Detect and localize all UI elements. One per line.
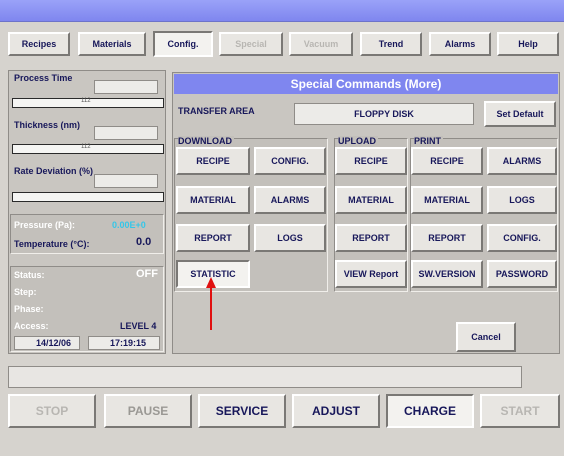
tab-alarms[interactable]: Alarms bbox=[429, 32, 491, 56]
stop-button[interactable]: STOP bbox=[8, 394, 96, 428]
tab-recipes[interactable]: Recipes bbox=[8, 32, 70, 56]
thickness-gauge: 112 bbox=[12, 144, 164, 154]
date-value: 14/12/06 bbox=[36, 338, 72, 348]
download-alarms-button[interactable]: ALARMS bbox=[254, 186, 326, 214]
print-label: PRINT bbox=[414, 136, 443, 146]
process-time-label: Process Time bbox=[14, 73, 73, 83]
phase-label: Phase: bbox=[14, 304, 44, 314]
print-report-button[interactable]: REPORT bbox=[411, 224, 483, 252]
transfer-area-field[interactable]: FLOPPY DISK bbox=[294, 103, 474, 125]
upload-material-button[interactable]: MATERIAL bbox=[335, 186, 407, 214]
special-commands-title: Special Commands (More) bbox=[174, 74, 558, 94]
pressure-label: Pressure (Pa): bbox=[14, 220, 76, 230]
download-material-button[interactable]: MATERIAL bbox=[176, 186, 250, 214]
pause-button[interactable]: PAUSE bbox=[104, 394, 192, 428]
status-value: OFF bbox=[136, 268, 158, 280]
tab-config[interactable]: Config. bbox=[153, 31, 213, 57]
download-label: DOWNLOAD bbox=[178, 136, 234, 146]
rate-deviation-label: Rate Deviation (%) bbox=[14, 166, 94, 176]
status-label: Status: bbox=[14, 270, 45, 280]
sw-version-button[interactable]: SW.VERSION bbox=[411, 260, 483, 288]
process-time-field bbox=[94, 80, 158, 94]
time-value: 17:19:15 bbox=[110, 338, 147, 348]
download-config-button[interactable]: CONFIG. bbox=[254, 147, 326, 175]
arrow-up-icon bbox=[206, 277, 216, 330]
tab-special[interactable]: Special bbox=[219, 32, 283, 56]
print-config-button[interactable]: CONFIG. bbox=[487, 224, 557, 252]
print-alarms-button[interactable]: ALARMS bbox=[487, 147, 557, 175]
tab-materials[interactable]: Materials bbox=[78, 32, 146, 56]
transfer-area-label: TRANSFER AREA bbox=[178, 106, 255, 116]
gauge-tick-label: 112 bbox=[81, 144, 91, 150]
view-report-button[interactable]: VIEW Report bbox=[335, 260, 407, 288]
rate-deviation-field bbox=[94, 174, 158, 188]
print-logs-button[interactable]: LOGS bbox=[487, 186, 557, 214]
download-recipe-button[interactable]: RECIPE bbox=[176, 147, 250, 175]
access-label: Access: bbox=[14, 321, 49, 331]
title-bar bbox=[0, 0, 564, 22]
service-button[interactable]: SERVICE bbox=[198, 394, 286, 428]
upload-label: UPLOAD bbox=[338, 136, 378, 146]
temperature-value: 0.0 bbox=[136, 236, 152, 248]
tab-vacuum[interactable]: Vacuum bbox=[289, 32, 353, 56]
download-report-button[interactable]: REPORT bbox=[176, 224, 250, 252]
upload-report-button[interactable]: REPORT bbox=[335, 224, 407, 252]
set-default-button[interactable]: Set Default bbox=[484, 101, 556, 127]
tab-trend[interactable]: Trend bbox=[360, 32, 422, 56]
start-button[interactable]: START bbox=[480, 394, 560, 428]
charge-button[interactable]: CHARGE bbox=[386, 394, 474, 428]
adjust-button[interactable]: ADJUST bbox=[292, 394, 380, 428]
print-material-button[interactable]: MATERIAL bbox=[411, 186, 483, 214]
step-label: Step: bbox=[14, 287, 37, 297]
cancel-button[interactable]: Cancel bbox=[456, 322, 516, 352]
rate-deviation-gauge bbox=[12, 192, 164, 202]
temperature-label: Temperature (°C): bbox=[14, 239, 90, 249]
upload-recipe-button[interactable]: RECIPE bbox=[335, 147, 407, 175]
tab-help[interactable]: Help bbox=[497, 32, 559, 56]
password-button[interactable]: PASSWORD bbox=[487, 260, 557, 288]
download-logs-button[interactable]: LOGS bbox=[254, 224, 326, 252]
access-value: LEVEL 4 bbox=[120, 321, 157, 331]
gauge-tick-label: 112 bbox=[81, 98, 91, 104]
thickness-field bbox=[94, 126, 158, 140]
pressure-value: 0.00E+0 bbox=[112, 220, 146, 230]
print-recipe-button[interactable]: RECIPE bbox=[411, 147, 483, 175]
process-time-gauge: 112 bbox=[12, 98, 164, 108]
thickness-label: Thickness (nm) bbox=[14, 120, 81, 130]
message-bar bbox=[8, 366, 522, 388]
